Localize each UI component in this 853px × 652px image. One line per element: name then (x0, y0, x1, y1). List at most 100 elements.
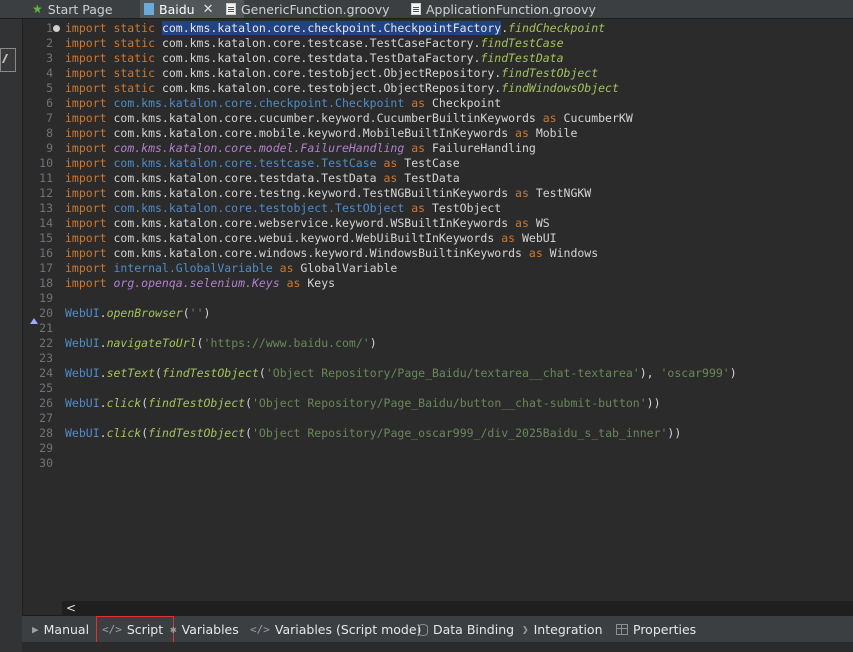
code-token: ( (196, 336, 204, 350)
code-line[interactable]: 30 (26, 456, 853, 471)
code-token: ) (729, 366, 737, 380)
code-line[interactable]: 10 import com.kms.katalon.core.testcase.T… (26, 156, 853, 171)
tab-manual[interactable]: ▶ Manual (32, 616, 89, 643)
code-line[interactable]: 23 (26, 351, 853, 366)
code-token: GlobalVariable (300, 261, 398, 275)
warning-marker-icon[interactable] (30, 309, 38, 328)
code-text: import com.kms.katalon.core.testng.keywo… (65, 186, 591, 201)
code-text: import org.openqa.selenium.Keys as Keys (65, 276, 335, 291)
code-line[interactable]: 12 import com.kms.katalon.core.testng.key… (26, 186, 853, 201)
code-token: CucumberKW (563, 111, 633, 125)
code-line[interactable]: 28 WebUI.click(findTestObject('Object Rep… (26, 426, 853, 441)
code-line[interactable]: 3 import static com.kms.katalon.core.test… (26, 51, 853, 66)
variables-icon: ✱ (170, 623, 177, 636)
code-line[interactable]: 17 import internal.GlobalVariable as Glob… (26, 261, 853, 276)
code-token: com.kms.katalon.core.webservice.keyword.… (113, 216, 509, 230)
code-line[interactable]: 8 import com.kms.katalon.core.mobile.keyw… (26, 126, 853, 141)
code-line[interactable]: 27 (26, 411, 853, 426)
code-token: TestData (404, 171, 460, 185)
code-token: findTestCase (480, 36, 564, 50)
code-line[interactable]: 18 import org.openqa.selenium.Keys as Key… (26, 276, 853, 291)
tab-label: Script (126, 622, 164, 637)
code-token: import (65, 216, 114, 230)
line-number: 8 (46, 126, 53, 140)
manual-icon: ▶ (32, 623, 39, 636)
code-line[interactable]: 19 (26, 291, 853, 306)
code-line[interactable]: 26 WebUI.click(findTestObject('Object Rep… (26, 396, 853, 411)
horizontal-scrollbar[interactable]: < (62, 601, 853, 615)
line-number: 17 (39, 261, 53, 275)
code-token: Checkpoint (431, 96, 502, 110)
code-token: WebUI (65, 336, 100, 350)
code-line[interactable]: 21 (26, 321, 853, 336)
code-token: ), (639, 366, 661, 380)
fold-marker-icon[interactable] (53, 25, 60, 32)
tab-script[interactable]: </> Script (96, 616, 174, 643)
tab-start-page[interactable]: ★ Start Page (28, 0, 117, 18)
code-line[interactable]: 11 import com.kms.katalon.core.testdata.T… (26, 171, 853, 186)
code-text: WebUI.click(findTestObject('Object Repos… (65, 396, 661, 411)
code-line[interactable]: 14 import com.kms.katalon.core.webservice… (26, 216, 853, 231)
tab-variables[interactable]: ✱ Variables (170, 616, 239, 643)
line-number: 11 (39, 171, 53, 185)
line-number: 4 (46, 66, 53, 80)
tab-data-binding[interactable]: Data Binding (418, 616, 514, 643)
code-token: 'oscar999' (660, 366, 730, 380)
code-text: WebUI.openBrowser('') (65, 306, 210, 321)
code-text: import static com.kms.katalon.core.check… (65, 21, 605, 36)
line-number: 10 (39, 156, 53, 170)
code-text: import com.kms.katalon.core.webservice.k… (65, 216, 550, 231)
code-line[interactable]: 5 import static com.kms.katalon.core.test… (26, 81, 853, 96)
line-number: 24 (39, 366, 53, 380)
code-line[interactable]: 4 import static com.kms.katalon.core.test… (26, 66, 853, 81)
code-token: TestNGKW (535, 186, 592, 200)
tab-application-function[interactable]: ApplicationFunction.groovy (407, 0, 600, 18)
code-line[interactable]: 13 import com.kms.katalon.core.testobject… (26, 201, 853, 216)
code-token: import (65, 261, 114, 275)
code-line[interactable]: 16 import com.kms.katalon.core.windows.ke… (26, 246, 853, 261)
line-number: 28 (39, 426, 53, 440)
code-token: as (279, 276, 308, 290)
code-line[interactable]: 7 import com.kms.katalon.core.cucumber.ke… (26, 111, 853, 126)
database-icon (418, 623, 428, 636)
code-token: as (521, 246, 550, 260)
line-number: 14 (39, 216, 53, 230)
code-line[interactable]: 24 WebUI.setText(findTestObject('Object R… (26, 366, 853, 381)
code-token: import (65, 201, 114, 215)
tab-integration[interactable]: ❯ Integration (522, 616, 603, 643)
tab-properties[interactable]: Properties (616, 616, 696, 643)
code-token: WebUI (65, 366, 100, 380)
code-token: as (404, 141, 432, 155)
tab-variables-script-mode[interactable]: </> Variables (Script mode) (250, 616, 421, 643)
left-side-panel (0, 18, 23, 652)
left-tool-button[interactable] (0, 48, 16, 72)
tab-generic-function[interactable]: GenericFunction.groovy (222, 0, 394, 18)
code-text: import com.kms.katalon.core.webui.keywor… (65, 231, 557, 246)
code-line[interactable]: 1 import static com.kms.katalon.core.chec… (26, 21, 853, 36)
line-number: 26 (39, 396, 53, 410)
code-line[interactable]: 29 (26, 441, 853, 456)
code-line[interactable]: 20 WebUI.openBrowser('') (26, 306, 853, 321)
code-text: import com.kms.katalon.core.mobile.keywo… (65, 126, 577, 141)
code-token: WebUI (65, 396, 100, 410)
code-token: Mobile (535, 126, 578, 140)
code-line[interactable]: 22 WebUI.navigateToUrl('https://www.baidu… (26, 336, 853, 351)
code-token: . (99, 306, 107, 320)
code-icon: </> (250, 623, 270, 636)
code-line[interactable]: 15 import com.kms.katalon.core.webui.keyw… (26, 231, 853, 246)
code-line[interactable]: 6 import com.kms.katalon.core.checkpoint.… (26, 96, 853, 111)
code-text: import com.kms.katalon.core.testcase.Tes… (65, 156, 460, 171)
code-token: import (65, 141, 114, 155)
code-token: import (65, 246, 114, 260)
code-token: com.kms.katalon.core.testcase.TestCaseFa… (161, 36, 481, 50)
close-icon[interactable]: ✕ (203, 3, 214, 16)
code-line[interactable]: 25 (26, 381, 853, 396)
line-number: 9 (46, 141, 53, 155)
code-token: ( (182, 306, 190, 320)
scroll-left-arrow-icon[interactable]: < (66, 601, 76, 615)
script-editor[interactable]: 1 import static com.kms.katalon.core.chec… (26, 19, 853, 601)
code-line[interactable]: 2 import static com.kms.katalon.core.test… (26, 36, 853, 51)
code-token: )) (667, 426, 682, 440)
code-line[interactable]: 9 import com.kms.katalon.core.model.Failu… (26, 141, 853, 156)
code-text: WebUI.setText(findTestObject('Object Rep… (65, 366, 737, 381)
